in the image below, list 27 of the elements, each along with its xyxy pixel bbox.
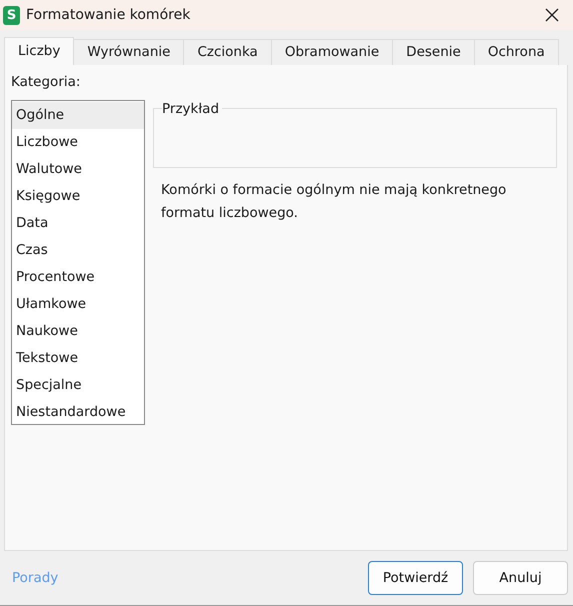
tab[interactable]: Wyrównanie [74, 39, 184, 65]
description-text: Komórki o formacie ogólnym nie mają konkretnego formatu liczbowego. [161, 181, 508, 223]
list-item[interactable]: Ułamkowe [12, 291, 144, 318]
list-item[interactable]: Księgowe [12, 183, 144, 210]
app-icon: S [3, 6, 20, 24]
tab[interactable]: Liczby [4, 37, 74, 65]
tab[interactable]: Desenie [393, 39, 475, 65]
tab[interactable]: Czcionka [184, 39, 272, 65]
list-item[interactable]: Specjalne [12, 372, 144, 399]
list-item[interactable]: Tekstowe [12, 345, 144, 372]
sample-legend: Przykład [162, 101, 222, 117]
list-item[interactable]: Czas [12, 237, 144, 264]
list-item[interactable]: Naukowe [12, 318, 144, 345]
category-label: Kategoria: [11, 74, 82, 92]
close-icon[interactable] [545, 8, 559, 22]
list-item[interactable]: Procentowe [12, 264, 144, 291]
list-item[interactable]: Niestandardowe [12, 399, 144, 426]
window-title: Formatowanie komórek [26, 7, 190, 23]
list-item[interactable]: Ogólne [12, 102, 144, 129]
tab[interactable]: Obramowanie [272, 39, 394, 65]
category-list[interactable]: Ogólne Liczbowe Walutowe Księgowe Data Czas Procentowe Ułamkowe Naukowe Tekstowe Specjalne Niestandardowe [11, 100, 145, 425]
tab[interactable]: Ochrona [474, 39, 559, 65]
confirm-button[interactable]: Potwierdź [368, 561, 463, 595]
list-item[interactable]: Walutowe [12, 156, 144, 183]
list-item[interactable]: Data [12, 210, 144, 237]
cancel-button[interactable]: Anuluj [473, 561, 568, 595]
list-item[interactable]: Liczbowe [12, 129, 144, 156]
